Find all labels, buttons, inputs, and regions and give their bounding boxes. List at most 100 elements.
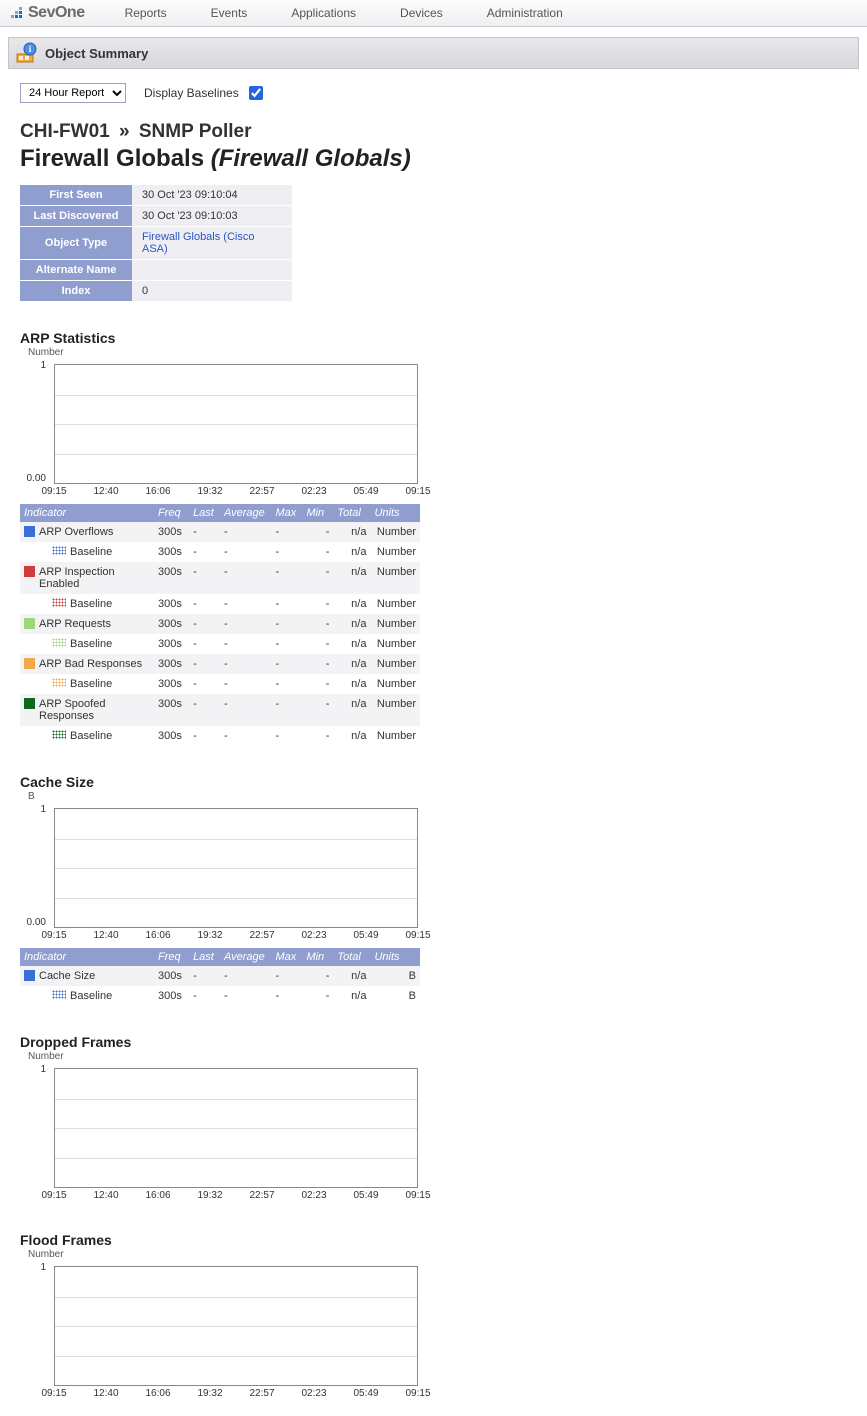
col-header[interactable]: Last: [189, 504, 220, 522]
info-row: Last Discovered30 Oct '23 09:10:03: [20, 206, 292, 227]
col-header[interactable]: Total: [333, 948, 370, 966]
breadcrumb-poller[interactable]: SNMP Poller: [139, 121, 252, 142]
indicator-row[interactable]: Cache Size300s----n/aB: [20, 966, 420, 986]
col-header[interactable]: Units: [370, 948, 420, 966]
nav-applications[interactable]: Applications: [269, 6, 378, 20]
col-header[interactable]: Max: [272, 948, 303, 966]
baseline-label: Baseline: [70, 638, 112, 650]
indicator-row[interactable]: ARP Overflows300s----n/aNumber: [20, 522, 420, 542]
baseline-row[interactable]: Baseline300s----n/aNumber: [20, 594, 420, 614]
baseline-row[interactable]: Baseline300s----n/aNumber: [20, 542, 420, 562]
page-title-bar: i Object Summary: [8, 37, 859, 69]
panel-title: Flood Frames: [20, 1232, 420, 1248]
baseline-label: Baseline: [70, 546, 112, 558]
series-swatch-icon: [24, 658, 35, 669]
indicator-table: IndicatorFreqLastAverageMaxMinTotalUnits…: [20, 504, 420, 746]
info-value[interactable]: Firewall Globals (Cisco ASA): [132, 227, 292, 260]
col-header[interactable]: Min: [302, 504, 333, 522]
x-axis: 09:1512:4016:0619:3222:5702:2305:4909:15: [54, 1388, 418, 1402]
indicator-name: ARP Inspection Enabled: [39, 566, 150, 590]
baseline-row[interactable]: Baseline300s----n/aNumber: [20, 726, 420, 746]
col-header[interactable]: Average: [220, 504, 272, 522]
object-summary-icon: i: [15, 42, 37, 64]
panel-title: Dropped Frames: [20, 1034, 420, 1050]
info-value: [132, 260, 292, 281]
indicator-row[interactable]: ARP Bad Responses300s----n/aNumber: [20, 654, 420, 674]
panel-subtitle: Number: [28, 1249, 420, 1260]
controls-row: 24 Hour Report Display Baselines: [20, 83, 847, 103]
info-value: 30 Oct '23 09:10:04: [132, 185, 292, 206]
info-key: First Seen: [20, 185, 132, 206]
indicator-row[interactable]: ARP Requests300s----n/aNumber: [20, 614, 420, 634]
chart-panel: Flood FramesNumber 109:1512:4016:0619:322…: [20, 1232, 420, 1402]
panel-subtitle: Number: [28, 1051, 420, 1062]
baseline-row[interactable]: Baseline300s----n/aNumber: [20, 674, 420, 694]
baseline-row[interactable]: Baseline300s----n/aNumber: [20, 634, 420, 654]
plot-area: [54, 364, 418, 484]
nav-devices[interactable]: Devices: [378, 6, 465, 20]
info-row: First Seen30 Oct '23 09:10:04: [20, 185, 292, 206]
baseline-swatch-icon: [52, 546, 66, 555]
x-axis: 09:1512:4016:0619:3222:5702:2305:4909:15: [54, 930, 418, 944]
chart[interactable]: 109:1512:4016:0619:3222:5702:2305:4909:1…: [20, 1262, 420, 1402]
report-range-select[interactable]: 24 Hour Report: [20, 83, 126, 103]
info-value: 0: [132, 281, 292, 302]
chart[interactable]: 1 09:1512:4016:0619:3222:5702:2305:4909:1…: [20, 1064, 420, 1204]
col-header[interactable]: Last: [189, 948, 220, 966]
y-axis: 10.00: [20, 360, 50, 484]
col-header[interactable]: Indicator: [20, 948, 154, 966]
indicator-row[interactable]: ARP Inspection Enabled300s----n/aNumber: [20, 562, 420, 594]
x-axis: 09:1512:4016:0619:3222:5702:2305:4909:15: [54, 486, 418, 500]
y-axis: 10.00: [20, 804, 50, 928]
col-header[interactable]: Units: [370, 504, 420, 522]
baseline-label: Baseline: [70, 730, 112, 742]
series-swatch-icon: [24, 526, 35, 537]
chart-panel: ARP StatisticsNumber10.0009:1512:4016:06…: [20, 330, 420, 746]
brand-logo-icon: [10, 6, 24, 20]
col-header[interactable]: Freq: [154, 948, 189, 966]
col-header[interactable]: Indicator: [20, 504, 154, 522]
indicator-row[interactable]: ARP Spoofed Responses300s----n/aNumber: [20, 694, 420, 726]
chart[interactable]: 10.00 09:1512:4016:0619:3222:5702:2305:49…: [20, 804, 420, 944]
col-header[interactable]: Freq: [154, 504, 189, 522]
indicator-name: ARP Spoofed Responses: [39, 698, 150, 722]
baseline-label: Baseline: [70, 990, 112, 1002]
col-header[interactable]: Min: [302, 948, 333, 966]
plot-area: [54, 1068, 418, 1188]
baseline-swatch-icon: [52, 678, 66, 687]
plot-area: [54, 1266, 418, 1386]
chart-panel: Cache SizeB10.0009:1512:4016:0619:3222:5…: [20, 774, 420, 1006]
info-link[interactable]: Firewall Globals (Cisco ASA): [142, 231, 254, 255]
nav-administration[interactable]: Administration: [465, 6, 585, 20]
info-row: Alternate Name: [20, 260, 292, 281]
series-swatch-icon: [24, 618, 35, 629]
baseline-swatch-icon: [52, 990, 66, 999]
breadcrumb-device[interactable]: CHI-FW01: [20, 121, 110, 142]
nav-events[interactable]: Events: [189, 6, 270, 20]
col-header[interactable]: Total: [333, 504, 370, 522]
breadcrumb-sep-icon: »: [115, 121, 134, 142]
chart-panel: Dropped FramesNumber 1 09:1512:4016:0619:3…: [20, 1034, 420, 1204]
chart[interactable]: 10.00 09:1512:4016:0619:3222:5702:2305:49…: [20, 360, 420, 500]
indicator-table: IndicatorFreqLastAverageMaxMinTotalUnits…: [20, 948, 420, 1006]
col-header[interactable]: Average: [220, 948, 272, 966]
x-axis: 09:1512:4016:0619:3222:5702:2305:4909:15: [54, 1190, 418, 1204]
nav-reports[interactable]: Reports: [103, 6, 189, 20]
indicator-name: ARP Bad Responses: [39, 658, 150, 670]
info-row: Object TypeFirewall Globals (Cisco ASA): [20, 227, 292, 260]
indicator-name: ARP Overflows: [39, 526, 150, 538]
brand-logo[interactable]: SevOne: [0, 4, 103, 22]
y-axis: 1: [20, 1064, 50, 1188]
baseline-label: Baseline: [70, 598, 112, 610]
indicator-name: Cache Size: [39, 970, 150, 982]
baseline-row[interactable]: Baseline300s----n/aB: [20, 986, 420, 1006]
display-baselines-checkbox[interactable]: [249, 86, 263, 100]
panel-title: ARP Statistics: [20, 330, 420, 346]
info-value: 30 Oct '23 09:10:03: [132, 206, 292, 227]
breadcrumb: CHI-FW01 » SNMP Poller: [20, 121, 847, 143]
col-header[interactable]: Max: [272, 504, 303, 522]
baseline-swatch-icon: [52, 598, 66, 607]
info-key: Alternate Name: [20, 260, 132, 281]
display-baselines-label[interactable]: Display Baselines: [144, 83, 266, 103]
info-key: Last Discovered: [20, 206, 132, 227]
